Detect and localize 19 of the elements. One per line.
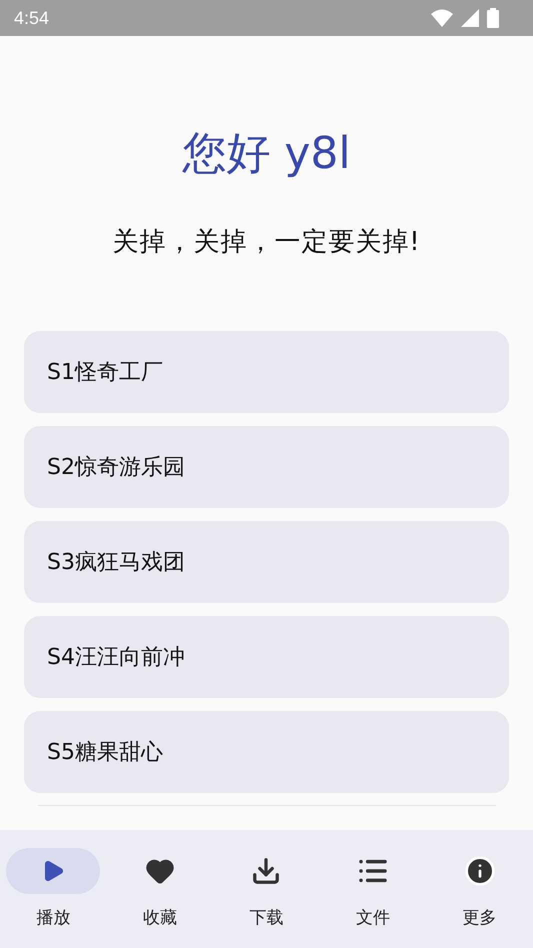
greeting-title: 您好 y8l: [182, 127, 351, 181]
nav-label: 更多: [462, 907, 497, 929]
episode-item[interactable]: S1怪奇工厂: [24, 331, 509, 413]
nav-label: 播放: [36, 907, 70, 929]
wifi-icon: [431, 9, 453, 27]
nav-label: 文件: [356, 907, 390, 929]
info-icon: [464, 855, 496, 887]
download-icon: [251, 856, 282, 886]
nav-label: 下载: [249, 907, 284, 929]
episode-item[interactable]: S2惊奇游乐园: [24, 426, 509, 508]
nav-tab[interactable]: [6, 848, 100, 894]
episode-item[interactable]: S5糖果甜心: [24, 711, 509, 793]
episode-item[interactable]: S4汪汪向前冲: [24, 616, 509, 698]
signal-icon: [461, 9, 479, 27]
status-time: 4:54: [14, 8, 50, 28]
episode-item[interactable]: S3疯狂马戏团: [24, 521, 509, 603]
nav-label: 收藏: [142, 907, 177, 929]
subtitle: 关掉，关掉，一定要关掉!: [112, 226, 421, 259]
battery-icon: [487, 8, 499, 28]
